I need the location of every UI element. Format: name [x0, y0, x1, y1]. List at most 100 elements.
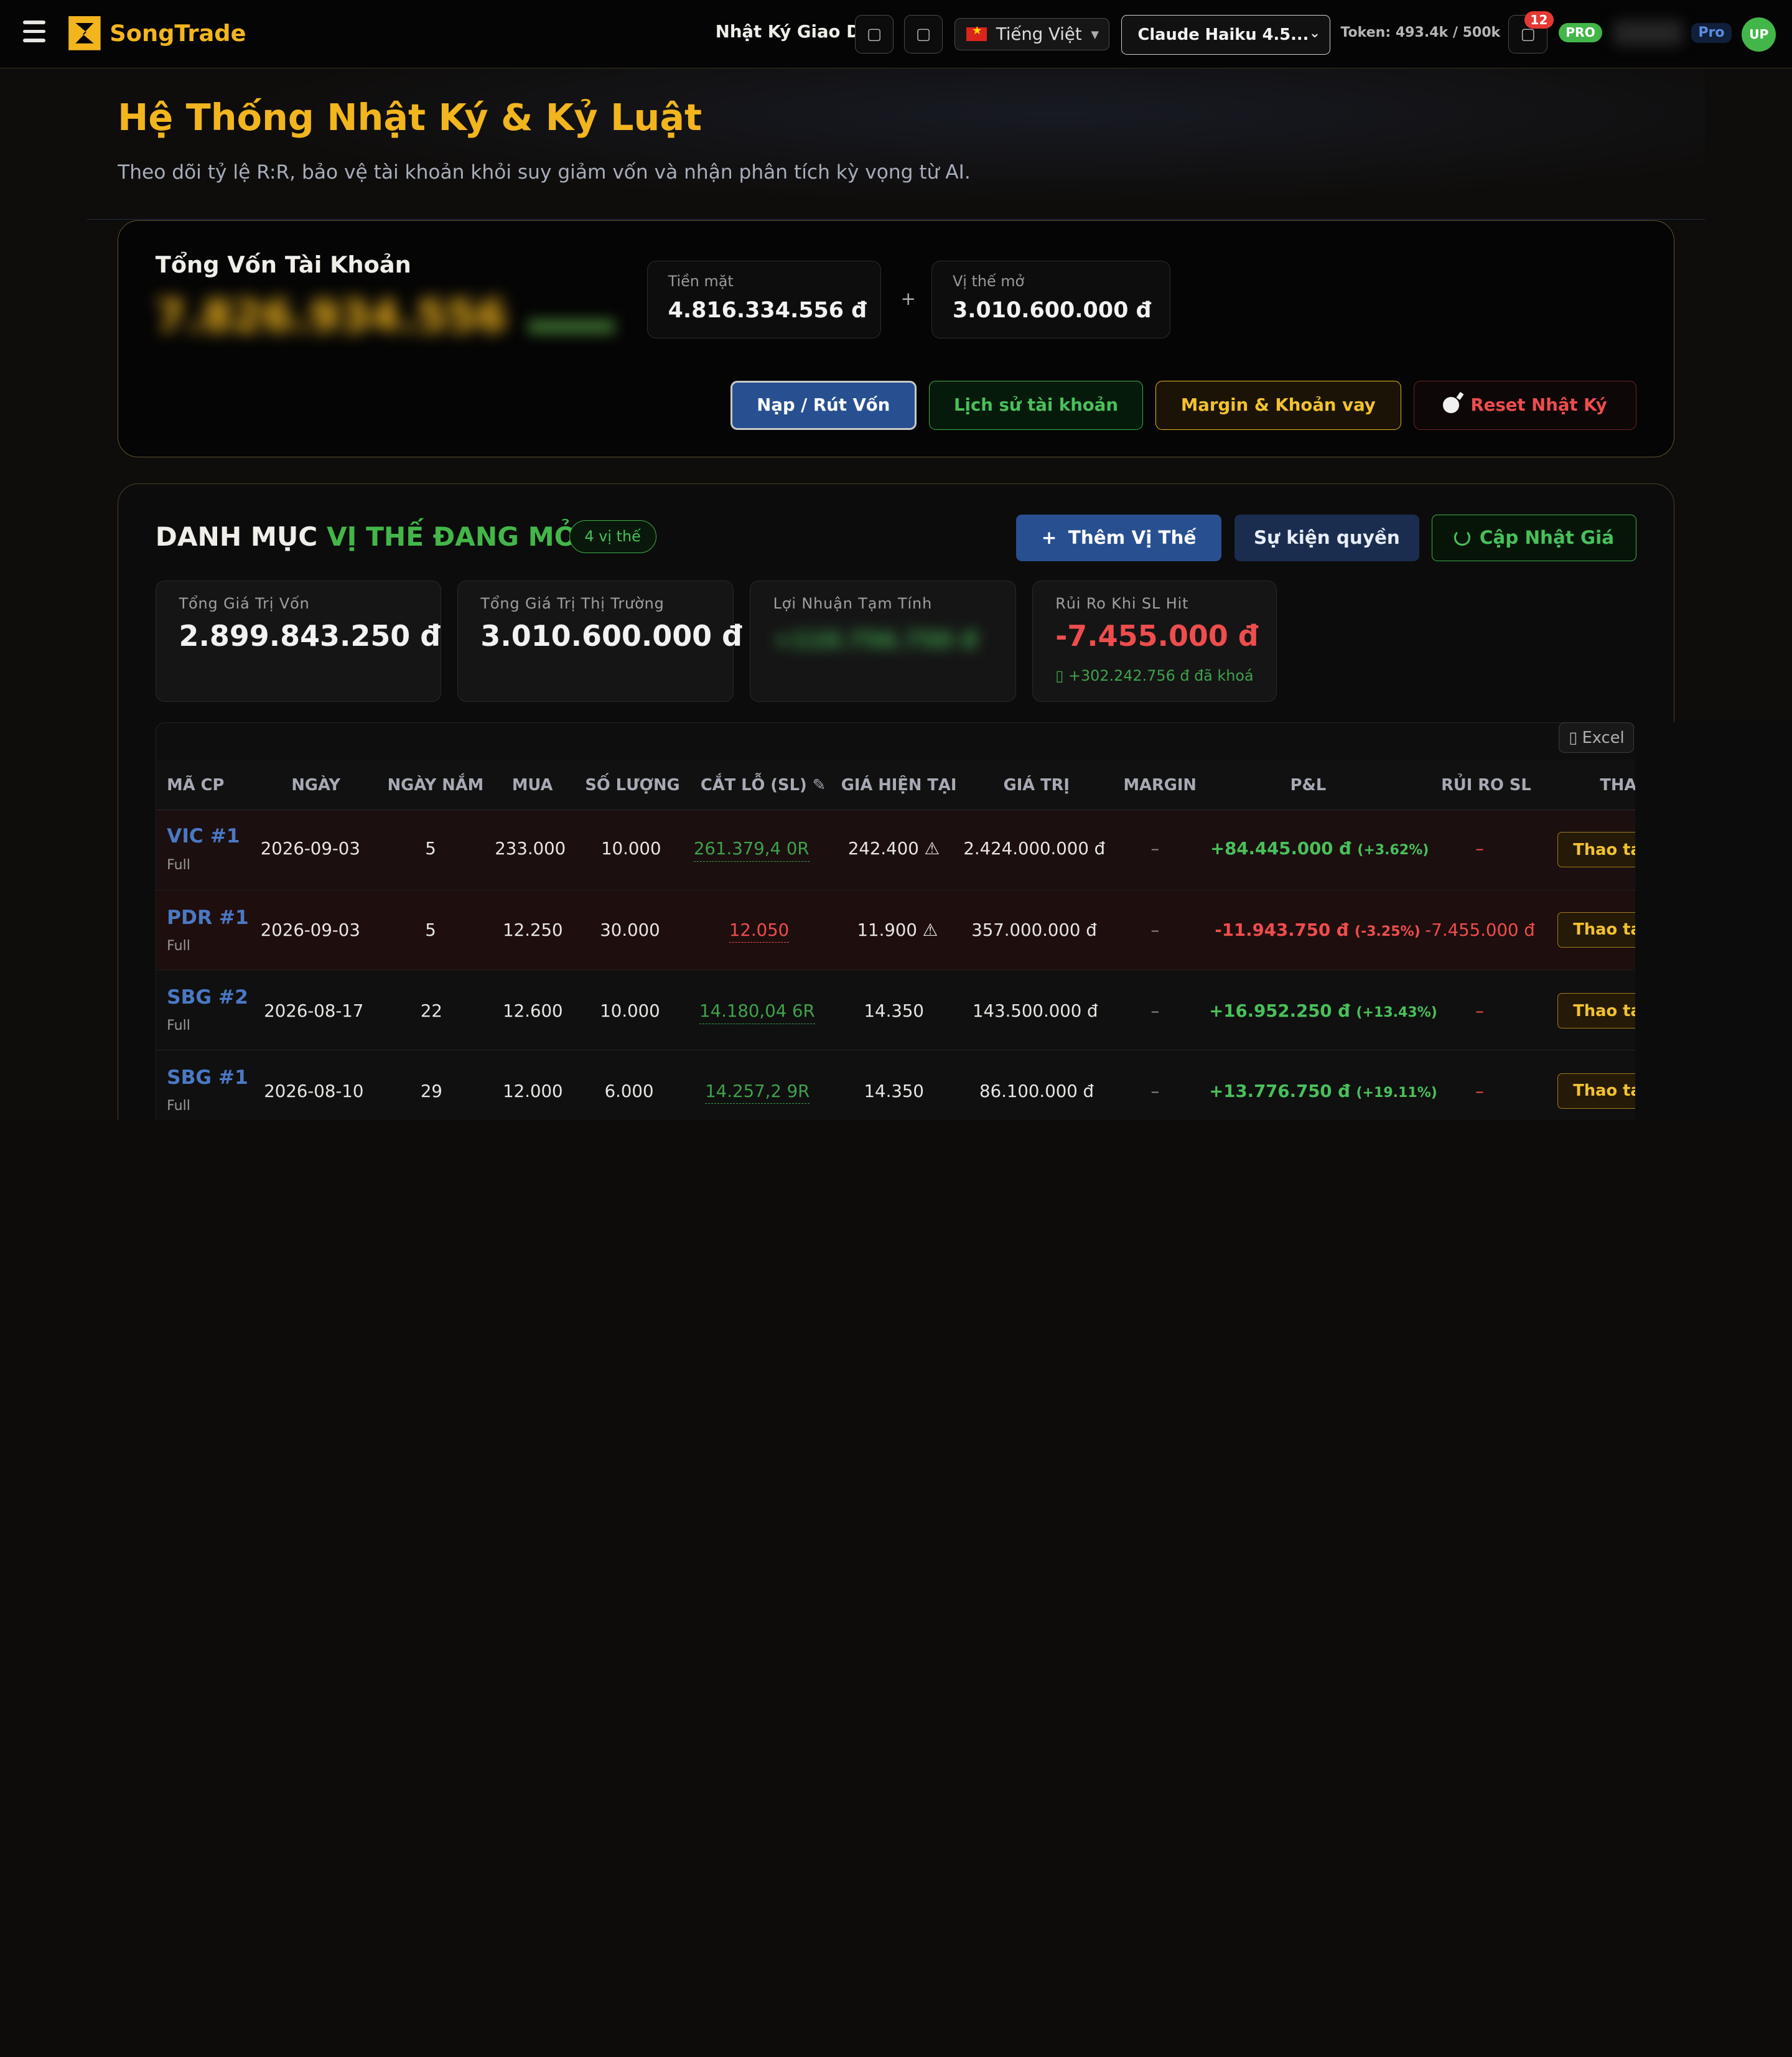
positions-title-green: VỊ THẾ ĐANG MỞ: [326, 521, 577, 552]
plus-icon: +: [1041, 527, 1057, 549]
language-label: Tiếng Việt: [996, 24, 1082, 45]
deposit-withdraw-button[interactable]: Nạp / Rút Vốn: [730, 380, 917, 430]
row-code[interactable]: VIC #1: [167, 825, 240, 847]
stat-market-label: Tổng Giá Trị Thị Trường: [480, 595, 665, 613]
row-stoploss[interactable]: 14.257,2 9R: [705, 1081, 810, 1104]
account-total-blurred: 7.826.934.556: [155, 291, 507, 342]
col-header[interactable]: CẮT LỖ (SL) ✎: [701, 776, 826, 795]
row-days: 5: [425, 920, 436, 940]
row-pnl-pct: (+19.11%): [1356, 1084, 1437, 1101]
open-positions-label: Vị thế mở: [952, 273, 1025, 291]
avatar[interactable]: UP: [1742, 17, 1776, 52]
row-value: 357.000.000 đ: [971, 920, 1097, 940]
language-select[interactable]: Tiếng Việt ▼: [954, 18, 1110, 50]
row-stoploss[interactable]: 261.379,4 0R: [693, 839, 810, 862]
cash-box: Tiền mặt 4.816.334.556 đ: [646, 260, 882, 338]
row-value: 143.500.000 đ: [973, 1001, 1098, 1021]
chat-icon[interactable]: ▢: [854, 14, 894, 54]
col-header: NGÀY: [291, 776, 340, 795]
stat-profit-label: Lợi Nhuận Tạm Tính: [773, 595, 933, 613]
token-usage: Token: 493.4k / 500k: [1340, 25, 1501, 41]
open-positions-value: 3.010.600.000 đ: [952, 297, 1152, 323]
col-header: MARGIN: [1123, 776, 1197, 795]
stat-risk-value: -7.455.000 đ: [1055, 618, 1259, 653]
user-name-blurred: [1613, 21, 1682, 46]
update-prices-label: Cập Nhật Giá: [1479, 527, 1615, 549]
cash-value: 4.816.334.556 đ: [668, 297, 867, 323]
export-excel-button[interactable]: ▯ Excel: [1559, 722, 1635, 753]
col-header: MUA: [511, 776, 553, 795]
positions-title: DANH MỤC VỊ THẾ ĐANG MỞ: [156, 521, 577, 552]
add-position-button[interactable]: + Thêm Vị Thế: [1015, 514, 1222, 561]
row-price: 11.900 ⚠: [857, 920, 938, 940]
row-buy: 12.250: [503, 920, 563, 940]
row-date: 2026-08-17: [264, 1001, 364, 1021]
row-stoploss[interactable]: 14.180,04 6R: [699, 1001, 815, 1024]
row-date: 2026-09-03: [260, 920, 360, 940]
row-pnl: -11.943.750 đ (-3.25%): [1215, 920, 1420, 940]
row-pnl-value: +13.776.750 đ: [1209, 1081, 1350, 1101]
stat-risk-label: Rủi Ro Khi SL Hit: [1055, 595, 1189, 613]
row-risk: –: [1475, 1081, 1484, 1101]
theme-icon[interactable]: ▢: [903, 14, 943, 54]
col-header: MÃ CP: [167, 776, 225, 795]
stat-risk-note: ▯ +302.242.756 đ đã khoá: [1055, 667, 1253, 684]
bomb-icon: [1443, 397, 1460, 413]
row-code[interactable]: SBG #1: [167, 1066, 248, 1089]
account-change-blurred: [528, 320, 615, 334]
logo[interactable]: SongTrade: [68, 16, 246, 50]
table-overflow-mask: [1635, 722, 1792, 1120]
cash-label: Tiền mặt: [668, 273, 734, 291]
col-header: SỐ LƯỢNG: [585, 776, 680, 795]
model-select[interactable]: Claude Haiku 4.5... ⌄: [1121, 14, 1330, 55]
row-pnl-pct: (-3.25%): [1355, 923, 1421, 940]
row-pnl: +13.776.750 đ (+19.11%): [1209, 1081, 1437, 1101]
corporate-events-button[interactable]: Sự kiện quyền: [1234, 514, 1420, 561]
row-price: 242.400 ⚠: [847, 839, 940, 859]
plus-sign: +: [900, 287, 916, 309]
row-days: 22: [420, 1001, 442, 1021]
account-history-button[interactable]: Lịch sử tài khoản: [929, 380, 1143, 430]
row-margin: –: [1150, 1081, 1160, 1101]
top-bar: SongTrade Nhật Ký Giao Dị... ▢ ▢ Tiếng V…: [0, 0, 1792, 69]
menu-icon[interactable]: [22, 21, 46, 44]
open-positions-box: Vị thế mở 3.010.600.000 đ: [931, 260, 1170, 338]
plan-tag: Pro: [1691, 22, 1732, 44]
reset-journal-button[interactable]: Reset Nhật Ký: [1413, 380, 1637, 430]
row-pnl-value: +16.952.250 đ: [1209, 1001, 1350, 1021]
page-header: [86, 68, 1706, 220]
notification-count-badge: 12: [1524, 11, 1554, 29]
row-pnl-value: +84.445.000 đ: [1210, 839, 1351, 859]
col-header: P&L: [1290, 776, 1327, 795]
col-header: GIÁ HIỆN TẠI: [841, 776, 957, 795]
row-type: Full: [167, 1098, 190, 1114]
row-date: 2026-08-10: [264, 1081, 364, 1101]
col-header: NGÀY NẮM: [387, 776, 484, 795]
row-date: 2026-09-03: [260, 839, 360, 859]
pro-badge: PRO: [1559, 22, 1602, 43]
row-qty: 30.000: [600, 920, 660, 940]
row-stoploss[interactable]: 12.050: [729, 920, 790, 943]
row-pnl: +84.445.000 đ (+3.62%): [1210, 839, 1429, 859]
account-title: Tổng Vốn Tài Khoản: [155, 251, 411, 279]
row-pnl-pct: (+3.62%): [1357, 842, 1429, 859]
refresh-icon: [1454, 529, 1471, 546]
logo-icon: [68, 16, 101, 50]
row-pnl: +16.952.250 đ (+13.43%): [1209, 1001, 1437, 1021]
update-prices-button[interactable]: Cập Nhật Giá: [1432, 514, 1637, 561]
row-price: 14.350: [864, 1081, 924, 1101]
row-risk: –: [1475, 1001, 1484, 1021]
page-title: Hệ Thống Nhật Ký & Kỷ Luật: [118, 96, 702, 139]
col-header: RỦI RO SL: [1441, 776, 1531, 795]
vietnam-flag-icon: [966, 24, 987, 42]
row-code[interactable]: SBG #2: [167, 986, 248, 1009]
row-code[interactable]: PDR #1: [167, 907, 249, 929]
page: SongTrade Nhật Ký Giao Dị... ▢ ▢ Tiếng V…: [0, 0, 1792, 1120]
nav-title[interactable]: Nhật Ký Giao Dị...: [716, 22, 875, 42]
stat-risk-note-text: +302.242.756 đ đã khoá: [1068, 666, 1254, 684]
positions-count-badge: 4 vị thế: [569, 520, 656, 553]
row-qty: 10.000: [600, 1001, 660, 1021]
stat-profit-value-blurred: +110.756.750 đ: [773, 627, 978, 654]
row-margin: –: [1150, 920, 1160, 940]
margin-loan-button[interactable]: Margin & Khoản vay: [1155, 380, 1401, 430]
